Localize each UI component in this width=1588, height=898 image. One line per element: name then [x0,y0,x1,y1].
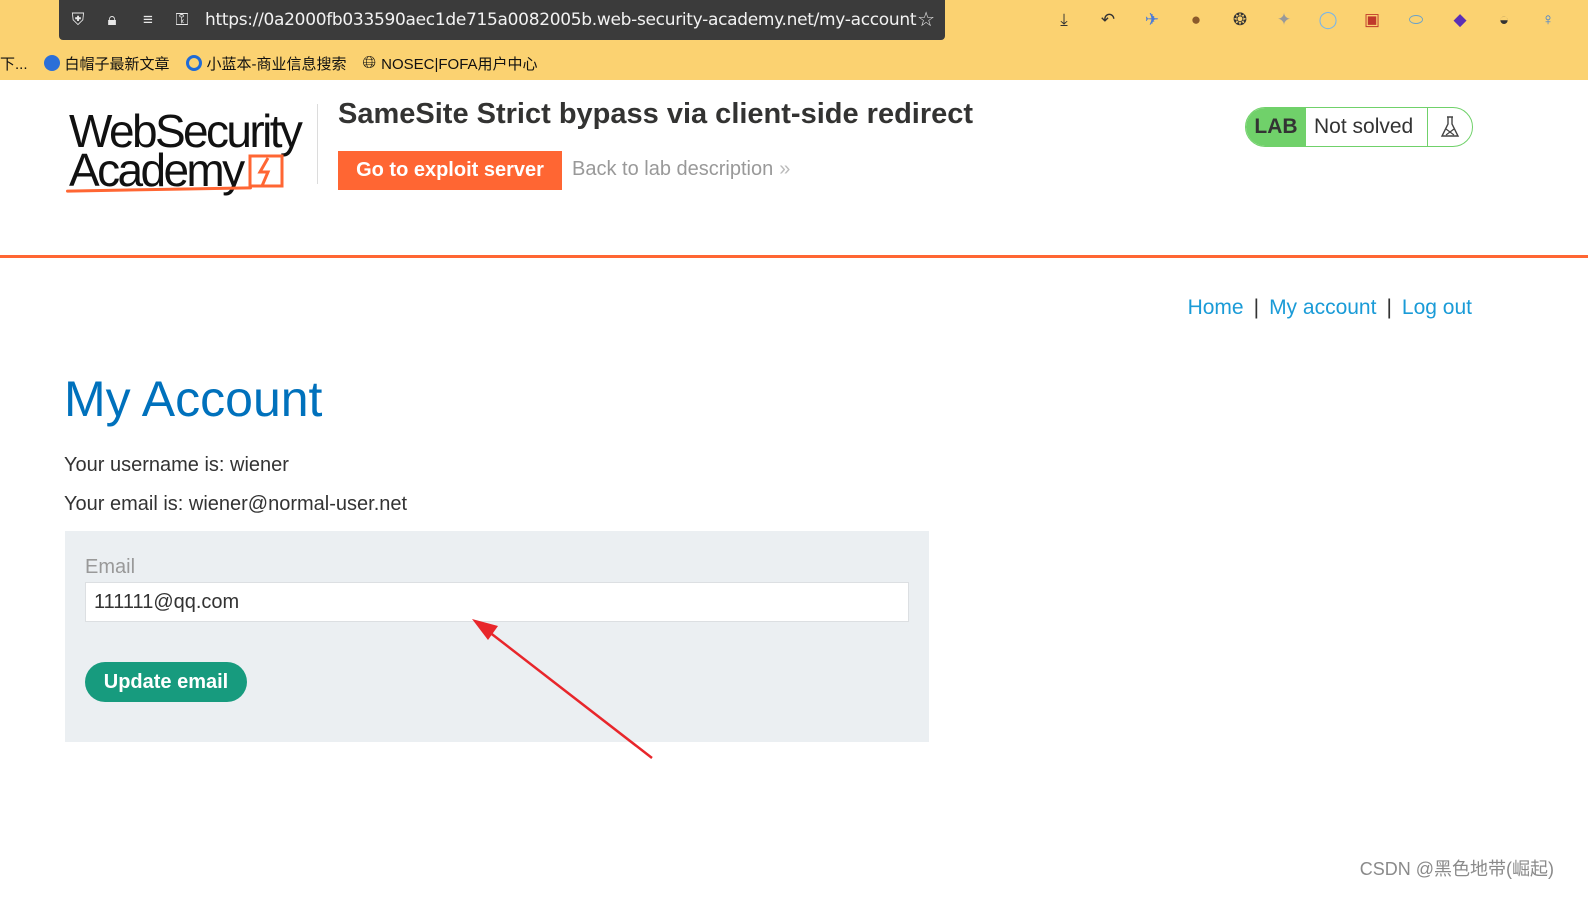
lab-title: SameSite Strict bypass via client-side r… [338,98,974,130]
bookmark-item[interactable]: 小蓝本-商业信息搜索 [185,53,347,74]
burp-extension-icon[interactable]: ▣ [1360,8,1384,32]
header-divider [317,104,318,184]
globe-icon: 🌐︎ [362,53,377,72]
nav-separator: | [1253,296,1260,319]
bookmarks-bar: 下... 白帽子最新文章 小蓝本-商业信息搜索 🌐︎ NOSEC|FOFA用户中… [0,50,554,76]
ring-extension-icon[interactable]: ◯ [1316,8,1340,32]
extension-bird-icon[interactable]: ✈ [1140,8,1164,32]
address-bar[interactable]: ⛨ 🔒︎ ≡ ⚿ https://0a2000fb033590aec1de715… [59,0,945,40]
nav-separator: | [1386,296,1392,319]
bookmark-item[interactable]: 白帽子最新文章 [43,53,170,74]
bookmark-label: 下... [0,55,28,73]
nav-my-account-link[interactable]: My account [1269,296,1376,319]
nav-home-link[interactable]: Home [1188,296,1244,319]
toggle-extension-icon[interactable]: ⬭ [1404,8,1428,32]
bookmark-item[interactable]: 🌐︎ NOSEC|FOFA用户中心 [363,53,538,74]
back-to-lab-description-link[interactable]: Back to lab description» [572,158,790,181]
pin-extension-icon[interactable]: ♀ [1536,8,1560,32]
cookie-icon[interactable]: ● [1184,8,1208,32]
email-label: Email [85,556,136,578]
account-nav: Home | My account | Log out [1188,296,1472,320]
cookie-editor-icon[interactable]: ❂ [1228,8,1252,32]
lab-badge: LAB [1246,108,1306,146]
shield-icon[interactable]: ⛨ [67,9,89,31]
page-title: My Account [64,371,323,427]
lab-status-text: Not solved [1306,108,1428,146]
bookmark-label: 小蓝本-商业信息搜索 [206,55,347,73]
watermark: CSDN @黑色地带(崛起) [1359,859,1554,879]
diamond-extension-icon[interactable]: ◆ [1448,8,1472,32]
search-favicon-icon [185,55,202,71]
bookmark-label: NOSEC|FOFA用户中心 [381,55,538,73]
nav-logout-link[interactable]: Log out [1402,296,1472,319]
chevron-right-icon: » [779,158,791,180]
email-line: Your email is: wiener@normal-user.net [64,493,408,515]
web-security-academy-logo[interactable]: WebSecurity Academy [65,104,316,196]
permissions-icon[interactable]: ≡ [137,9,159,31]
lock-icon[interactable]: 🔒︎ [101,9,123,31]
hat-extension-icon[interactable]: ◒ [1492,8,1516,32]
go-to-exploit-server-button[interactable]: Go to exploit server [338,151,562,190]
logo-lightning-icon [248,154,284,188]
bookmark-label: 白帽子最新文章 [64,55,170,73]
bookmark-item[interactable]: 下... [0,53,28,74]
username-line: Your username is: wiener [64,454,289,476]
annotation-arrow [472,619,653,759]
lab-status-widget: LAB Not solved [1245,107,1473,147]
undo-arrow-icon[interactable]: ↶ [1096,8,1120,32]
bookmark-star-icon[interactable]: ☆ [917,9,935,31]
key-icon[interactable]: ⚿ [171,9,193,31]
download-icon[interactable]: ⤓ [1052,8,1076,32]
puzzle-extension-icon[interactable]: ✦ [1272,8,1296,32]
browser-toolbar: ⛨ 🔒︎ ≡ ⚿ https://0a2000fb033590aec1de715… [0,0,1588,80]
flask-icon [1428,108,1472,146]
url-text[interactable]: https://0a2000fb033590aec1de715a0082005b… [205,9,917,31]
bookmark-favicon-icon [43,55,60,71]
back-link-label: Back to lab description [572,158,774,180]
update-email-button[interactable]: Update email [85,662,247,702]
header-rule [0,255,1588,258]
extension-toolbar: ⤓ ↶ ✈ ● ❂ ✦ ◯ ▣ ⬭ ◆ ◒ ♀ [1052,8,1560,32]
